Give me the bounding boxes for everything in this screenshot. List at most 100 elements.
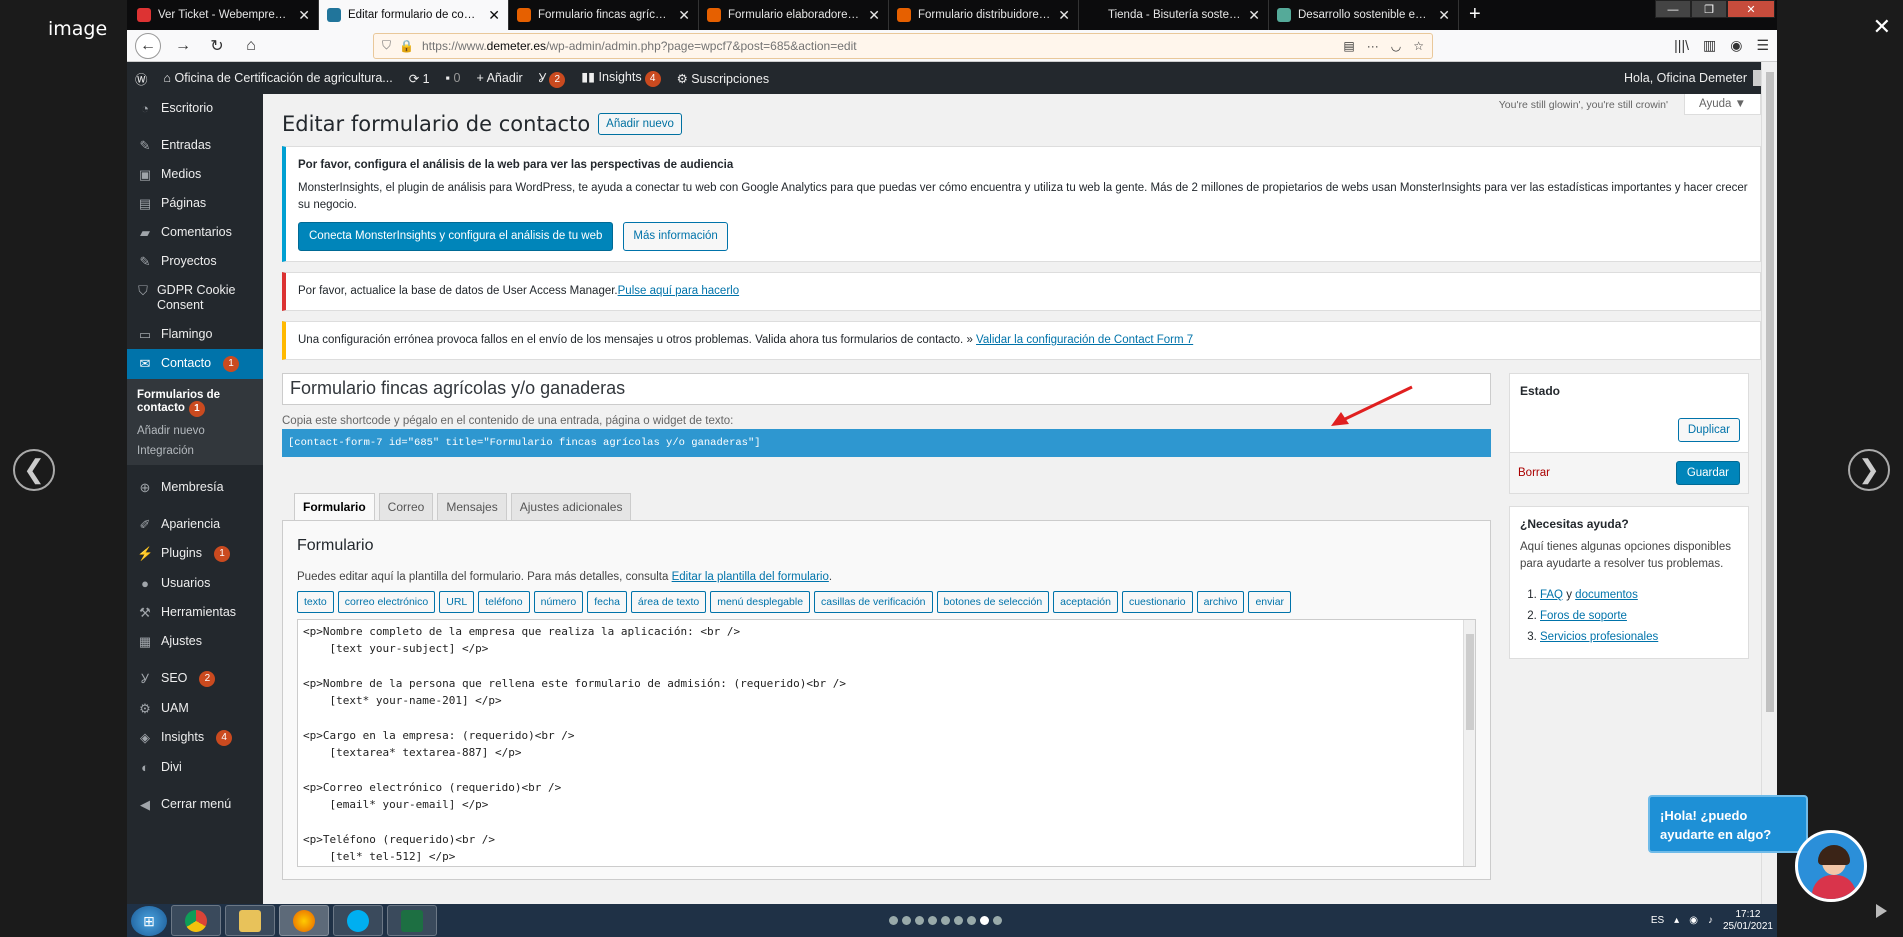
tab-close-icon[interactable]: ✕ bbox=[1438, 7, 1450, 24]
services-link[interactable]: Servicios profesionales bbox=[1540, 631, 1658, 643]
add-new-button[interactable]: Añadir nuevo bbox=[598, 113, 682, 135]
tab-close-icon[interactable]: ✕ bbox=[1058, 7, 1070, 24]
sidebar-item-apariencia[interactable]: ✐ Apariencia bbox=[127, 510, 263, 539]
browser-tab[interactable]: Formulario elaboradores - Ofic ✕ bbox=[699, 0, 889, 30]
start-button-icon[interactable]: ⊞ bbox=[131, 905, 167, 936]
browser-tab[interactable]: Desarrollo sostenible en la sierr ✕ bbox=[1269, 0, 1459, 30]
pocket-icon[interactable]: ◡ bbox=[1391, 39, 1401, 53]
tag-button[interactable]: URL bbox=[439, 591, 475, 613]
volume-icon[interactable]: ♪ bbox=[1708, 915, 1713, 926]
tag-button[interactable]: cuestionario bbox=[1121, 591, 1193, 613]
sidebar-item-divi[interactable]: ◐ Divi bbox=[127, 753, 263, 782]
sidebar-item-ajustes[interactable]: ▦ Ajustes bbox=[127, 627, 263, 656]
reload-icon[interactable]: ↻ bbox=[205, 36, 229, 56]
browser-tab[interactable]: Editar formulario de contacto ✕ bbox=[319, 0, 509, 30]
sidebar-item-entradas[interactable]: ✎ Entradas bbox=[127, 131, 263, 160]
chrome-icon[interactable] bbox=[171, 905, 221, 936]
textarea-scrollbar[interactable] bbox=[1463, 620, 1475, 866]
uam-link[interactable]: Pulse aquí para hacerlo bbox=[618, 285, 739, 297]
tab-close-icon[interactable]: ✕ bbox=[868, 7, 880, 24]
tag-button[interactable]: enviar bbox=[1248, 591, 1292, 613]
reader-icon[interactable]: ▤ bbox=[1343, 39, 1354, 53]
sidebar-item-cerrar-men-[interactable]: ◀ Cerrar menú bbox=[127, 790, 263, 819]
firefox-icon[interactable] bbox=[279, 905, 329, 936]
save-button[interactable]: Guardar bbox=[1675, 461, 1740, 485]
sidebar-item-gdpr-cookie-consent[interactable]: ⛉ GDPR Cookie Consent bbox=[127, 276, 263, 320]
more-icon[interactable]: ··· bbox=[1367, 39, 1379, 53]
tab-close-icon[interactable]: ✕ bbox=[298, 7, 310, 24]
tag-button[interactable]: fecha bbox=[587, 591, 627, 613]
minimize-icon[interactable]: — bbox=[1655, 0, 1691, 18]
page-scrollbar[interactable] bbox=[1761, 62, 1777, 904]
help-tab[interactable]: Ayuda ▼ bbox=[1684, 94, 1761, 115]
insights-item[interactable]: ▮▮ Insights 4 bbox=[581, 69, 661, 87]
wordpress-logo-icon[interactable]: Ⓦ bbox=[135, 69, 148, 88]
sidebar-toggle-icon[interactable]: ▥ bbox=[1703, 37, 1716, 54]
chat-bubble[interactable]: ¡Hola! ¿puedo ayudarte en algo? bbox=[1648, 795, 1808, 853]
submenu-add-new[interactable]: Añadir nuevo bbox=[127, 421, 263, 441]
tag-button[interactable]: teléfono bbox=[478, 591, 530, 613]
sidebar-item-plugins[interactable]: ⚡ Plugins 1 bbox=[127, 539, 263, 569]
tag-button[interactable]: botones de selección bbox=[936, 591, 1050, 613]
sidebar-item-herramientas[interactable]: ⚒ Herramientas bbox=[127, 598, 263, 627]
browser-tab[interactable]: Ver Ticket - Webempresa Europ ✕ bbox=[129, 0, 319, 30]
tag-button[interactable]: área de texto bbox=[630, 591, 707, 613]
tab-close-icon[interactable]: ✕ bbox=[678, 7, 690, 24]
play-icon[interactable] bbox=[1876, 904, 1887, 918]
sidebar-item-p-ginas[interactable]: ▤ Páginas bbox=[127, 189, 263, 218]
browser-tab[interactable]: Tienda - Bisutería sostenible ✕ bbox=[1079, 0, 1269, 30]
excel-icon[interactable] bbox=[387, 905, 437, 936]
library-icon[interactable]: |||\ bbox=[1674, 37, 1689, 54]
sidebar-item-medios[interactable]: ▣ Medios bbox=[127, 160, 263, 189]
sidebar-item-uam[interactable]: ⚙ UAM bbox=[127, 694, 263, 723]
sidebar-item-escritorio[interactable]: ◔ Escritorio bbox=[127, 94, 263, 123]
tag-button[interactable]: número bbox=[533, 591, 584, 613]
tag-button[interactable]: archivo bbox=[1196, 591, 1245, 613]
tray-arrow-icon[interactable]: ▴ bbox=[1674, 915, 1679, 926]
delete-link[interactable]: Borrar bbox=[1518, 467, 1550, 479]
editor-tab[interactable]: Mensajes bbox=[437, 493, 507, 520]
form-template-code[interactable]: <p>Nombre completo de la empresa que rea… bbox=[298, 620, 1475, 866]
tag-button[interactable]: casillas de verificación bbox=[814, 591, 933, 613]
tag-button[interactable]: aceptación bbox=[1053, 591, 1118, 613]
home-icon[interactable]: ⌂ bbox=[239, 37, 263, 55]
tag-button[interactable]: texto bbox=[297, 591, 334, 613]
editor-tab[interactable]: Ajustes adicionales bbox=[510, 493, 632, 520]
tab-close-icon[interactable]: ✕ bbox=[1248, 7, 1260, 24]
tag-button[interactable]: correo electrónico bbox=[337, 591, 436, 613]
yoast-item[interactable]: Ỿ2 bbox=[539, 69, 566, 88]
bookmark-star-icon[interactable]: ☆ bbox=[1413, 39, 1424, 53]
submenu-forms[interactable]: Formularios de contacto 1 bbox=[127, 385, 263, 421]
sidebar-item-comentarios[interactable]: ▰ Comentarios bbox=[127, 218, 263, 247]
add-new-item[interactable]: + Añadir bbox=[476, 71, 522, 85]
subscriptions-item[interactable]: ⚙ Suscripciones bbox=[677, 71, 770, 86]
forward-icon[interactable]: → bbox=[171, 37, 195, 55]
validate-cf7-link[interactable]: Validar la configuración de Contact Form… bbox=[976, 334, 1193, 346]
form-template-textarea[interactable]: <p>Nombre completo de la empresa que rea… bbox=[297, 619, 1476, 867]
maximize-icon[interactable]: ❐ bbox=[1691, 0, 1727, 18]
back-icon[interactable]: ← bbox=[135, 32, 161, 59]
updates-item[interactable]: ⟳ 1 bbox=[409, 71, 430, 86]
sidebar-item-seo[interactable]: Ỿ SEO 2 bbox=[127, 664, 263, 694]
prev-arrow-icon[interactable]: ❮ bbox=[13, 449, 55, 491]
submenu-integration[interactable]: Integración bbox=[127, 441, 263, 461]
network-icon[interactable]: ◉ bbox=[1689, 915, 1698, 926]
duplicate-button[interactable]: Duplicar bbox=[1677, 418, 1740, 442]
url-bar[interactable]: ⛉ 🔒 https://www.demeter.es/wp-admin/admi… bbox=[373, 32, 1433, 59]
window-close-icon[interactable]: ✕ bbox=[1727, 0, 1775, 18]
docs-link[interactable]: documentos bbox=[1575, 589, 1638, 601]
language-indicator[interactable]: ES bbox=[1651, 915, 1664, 926]
faq-link[interactable]: FAQ bbox=[1540, 589, 1563, 601]
browser-tab[interactable]: Formulario fincas agrícolas y/o ✕ bbox=[509, 0, 699, 30]
sidebar-item-usuarios[interactable]: ● Usuarios bbox=[127, 569, 263, 598]
explorer-icon[interactable] bbox=[225, 905, 275, 936]
browser-tab[interactable]: Formulario distribuidores - Ofi ✕ bbox=[889, 0, 1079, 30]
sidebar-item-contacto[interactable]: ✉ Contacto 1 bbox=[127, 349, 263, 379]
more-info-button[interactable]: Más información bbox=[623, 222, 728, 251]
chat-avatar-icon[interactable] bbox=[1795, 830, 1867, 902]
account-icon[interactable]: ◉ bbox=[1730, 37, 1742, 54]
my-account[interactable]: Hola, Oficina Demeter bbox=[1624, 70, 1769, 86]
new-tab-button[interactable]: + bbox=[1459, 0, 1491, 30]
sidebar-item-membres-a[interactable]: ⊕ Membresía bbox=[127, 473, 263, 502]
menu-icon[interactable]: ☰ bbox=[1756, 37, 1769, 54]
